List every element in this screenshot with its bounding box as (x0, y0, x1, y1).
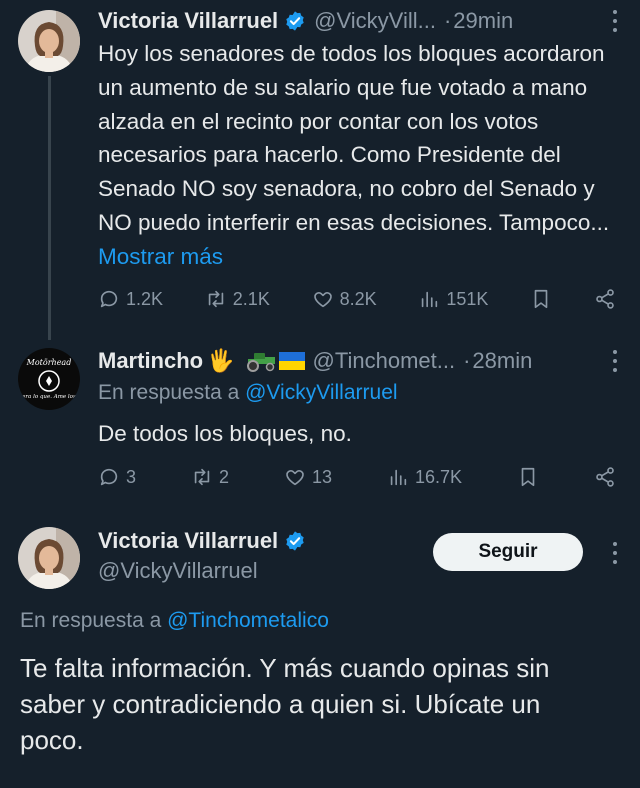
tractor-icon (246, 353, 275, 372)
tweet-2[interactable]: Motörhead era lo que. Ame los Martincho … (0, 340, 640, 510)
author-handle[interactable]: @Tinchomet... (313, 348, 456, 374)
more-options-icon[interactable] (612, 10, 618, 32)
tweet-text: Te falta información. Y más cuando opina… (20, 653, 550, 755)
show-more-link[interactable]: Mostrar más (98, 244, 223, 269)
share-icon (596, 467, 614, 487)
heart-icon (286, 470, 304, 486)
tweet-header: Martincho 🖐 @Tinchomet... · 28min (98, 346, 620, 376)
focused-tweet: Victoria Villarruel @VickyVillarruel Seg… (0, 510, 640, 788)
tweet-body: Hoy los senadores de todos los bloques a… (98, 41, 610, 235)
bookmark-button[interactable] (517, 466, 539, 488)
reply-context: En respuesta a @Tinchometalico (20, 606, 329, 636)
bookmark-icon (521, 467, 535, 487)
like-count: 8.2K (339, 288, 377, 309)
reply-count: 3 (126, 466, 137, 487)
timestamp[interactable]: 28min (472, 348, 532, 374)
share-icon (596, 289, 614, 309)
like-button[interactable]: 8.2K (312, 288, 377, 310)
separator-dot: · (443, 8, 452, 33)
reply-to-link[interactable]: @VickyVillarruel (245, 381, 397, 404)
reply-icon (100, 290, 118, 308)
reply-icon (100, 468, 118, 486)
bookmark-button[interactable] (530, 288, 552, 310)
reply-prefix: En respuesta a (98, 381, 240, 404)
views-button[interactable]: 16.7K (387, 466, 462, 488)
bookmark-icon (534, 289, 548, 309)
author-handle[interactable]: @VickyVillarruel (98, 558, 258, 584)
reply-button[interactable]: 1.2K (98, 288, 163, 310)
retweet-count: 2 (218, 466, 229, 487)
retweet-icon (208, 290, 224, 308)
view-count: 16.7K (414, 466, 463, 487)
view-count: 151K (446, 288, 489, 309)
reply-count: 1.2K (126, 288, 164, 309)
share-button[interactable] (594, 466, 616, 488)
more-options-icon[interactable] (612, 350, 618, 372)
action-bar: 3 2 13 16.7K (98, 466, 616, 488)
separator-dot: · (463, 348, 471, 373)
retweet-count: 2.1K (232, 288, 270, 309)
tweet-text: De todos los bloques, no. (98, 421, 352, 446)
timestamp[interactable]: 29min (453, 8, 513, 34)
avatar[interactable] (18, 527, 80, 589)
reply-prefix: En respuesta a (20, 609, 162, 632)
author-name[interactable]: Martincho (98, 348, 203, 374)
author-name[interactable]: Victoria Villarruel (98, 8, 278, 34)
wave-hand-emoji: 🖐 (207, 348, 235, 373)
share-button[interactable] (594, 288, 616, 310)
reply-button[interactable]: 3 (98, 466, 136, 488)
like-count: 13 (311, 466, 332, 487)
verified-badge-icon (286, 531, 304, 551)
heart-icon (313, 292, 332, 308)
tweet-1[interactable]: Victoria Villarruel @VickyVill... · 29mi… (0, 0, 640, 340)
tweet-header: Victoria Villarruel @VickyVill... · 29mi… (98, 6, 620, 36)
views-button[interactable]: 151K (418, 288, 488, 310)
follow-button[interactable]: Seguir (433, 533, 583, 571)
views-chart-icon (422, 291, 438, 308)
retweet-icon (194, 468, 210, 486)
author-name[interactable]: Victoria Villarruel (98, 528, 278, 554)
more-options-icon[interactable] (612, 542, 618, 564)
author-handle[interactable]: @VickyVill... (314, 8, 436, 34)
avatar-text-bottom: era lo que. Ame los (22, 394, 76, 400)
reply-to-link[interactable]: @Tinchometalico (167, 609, 329, 632)
thread-line (48, 76, 51, 340)
avatar[interactable]: Motörhead era lo que. Ame los (18, 348, 80, 410)
action-bar: 1.2K 2.1K 8.2K 151K (98, 288, 616, 310)
tweet-header: Victoria Villarruel (98, 526, 440, 556)
tweet-text: Hoy los senadores de todos los bloques a… (98, 37, 620, 274)
ukraine-flag-icon (278, 352, 305, 370)
avatar[interactable] (18, 10, 80, 72)
views-chart-icon (390, 469, 407, 486)
reply-context: En respuesta a @VickyVillarruel (98, 378, 620, 408)
like-button[interactable]: 13 (284, 466, 332, 488)
verified-badge-icon (286, 11, 304, 31)
retweet-button[interactable]: 2.1K (205, 288, 270, 310)
avatar-text-top: Motörhead (26, 358, 72, 367)
retweet-button[interactable]: 2 (191, 466, 229, 488)
